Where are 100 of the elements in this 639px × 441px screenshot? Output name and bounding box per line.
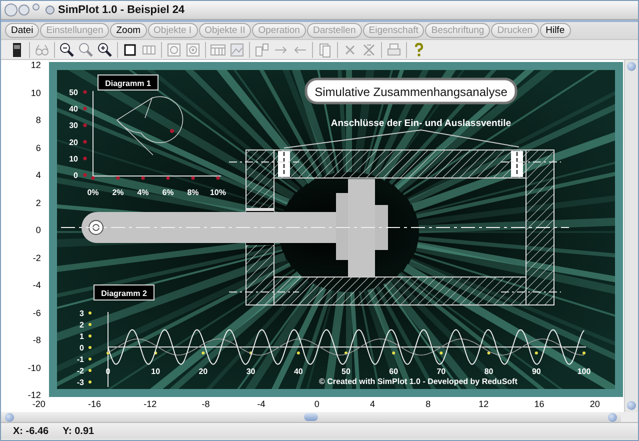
tick-label: 2 [79,320,84,330]
tick-label: -1 [76,355,84,364]
credit-text: © Created with SimPlot 1.0 - Developed by ReduSoft [318,377,518,386]
tick-dot [88,380,92,384]
tick-dot [83,90,87,94]
chart-title: Simulative Zusammenhangsanalyse [314,85,508,99]
tick-label: 40 [294,367,303,376]
zoom-out-icon[interactable] [59,42,75,58]
tick-dot [106,352,110,354]
cam-curve-drawing [116,96,184,156]
tick-dot [88,323,92,326]
menu-tab[interactable]: Zoom [110,23,147,38]
tick-label: 6% [162,188,174,197]
tick-label: 30 [69,121,78,130]
tick-label: 0 [73,171,78,180]
x-axis-label: 0 [313,399,320,411]
tick-dot [202,352,205,354]
tick-label: 3 [79,309,84,318]
tick-label: 20 [198,367,208,376]
tick-dot [166,176,170,180]
tick-label: 20 [69,138,78,147]
tick-label: 4% [137,188,149,197]
window-buttons-icon[interactable] [4,3,42,17]
tick-dot [191,176,195,180]
tick-label: 70 [436,367,446,376]
tick-label: -3 [76,378,84,387]
tick-label: 60 [389,367,398,376]
tick-label: 90 [532,367,541,376]
y-axis-label: -6 [32,308,41,318]
y-axis-label: -8 [32,335,41,346]
diagram-label-box [93,284,154,300]
x-axis-label: -4 [256,399,266,411]
tick-label: 10 [151,367,160,376]
tick-label: -2 [76,366,84,376]
tick-label: 10% [210,188,226,197]
app-icon [45,5,55,15]
x-axis-label: -16 [87,399,102,411]
tick-dot [154,352,158,354]
y-axis-label: 10 [30,88,41,98]
tick-dot [88,358,92,360]
y-axis-label: -2 [32,252,41,264]
tick-dot [487,352,490,354]
tick-dot [216,176,220,180]
vertical-scrollbar[interactable] [624,60,638,412]
diagram-title: Diagramm 1 [105,79,151,88]
x-axis-label: 12 [478,399,490,411]
cursor-y-readout: Y: 0.91 [62,426,94,436]
tick-label: 2% [112,188,124,197]
tick-label: 0 [79,344,84,352]
tick-dot [83,106,87,110]
tick-dot [392,352,396,354]
tick-dot [88,334,92,338]
tick-dot [83,156,87,160]
zoom-in-icon[interactable] [97,42,113,58]
y-axis-label: -12 [28,390,41,400]
tick-label: 50 [69,88,78,97]
y-axis-label: 6 [36,142,41,154]
tick-dot [83,173,87,177]
x-axis-label: -8 [200,399,211,411]
diagram-label-box [97,74,158,90]
tick-label: 50 [341,367,350,376]
tick-dot [88,312,92,314]
tick-dot [344,352,348,354]
tick-dot [83,140,87,144]
tick-dot [582,352,586,354]
y-axis-label: -4 [32,280,41,291]
tick-dot [91,176,95,180]
tick-label: 10 [69,154,78,164]
scroll-thumb[interactable] [304,413,318,421]
tick-label: 80 [484,367,494,376]
y-axis-label: 4 [36,170,41,181]
tick-label: 100 [577,367,591,376]
menu-tab[interactable]: Datei [5,23,40,38]
y-axis-label: 2 [36,198,41,208]
callout-label: Anschlüsse der Ein- und Auslassventile [330,118,512,129]
tick-dot [88,369,92,372]
tick-label: 0% [87,188,99,197]
tick-label: 8% [187,188,199,197]
tick-label: 40 [69,104,78,114]
window-title: SimPlot 1.0 - Beispiel 24 [58,4,185,16]
tick-dot [440,352,443,354]
square-icon[interactable] [122,42,138,58]
tick-label: 30 [246,367,256,376]
x-axis-label: 8 [424,399,432,411]
tick-dot [83,123,87,127]
diagram-title: Diagramm 2 [101,289,147,298]
x-axis-label: -20 [31,399,46,411]
x-axis-label: -12 [142,399,158,411]
y-axis-label: 0 [36,225,41,236]
menu-tab[interactable]: Hilfe [540,23,571,38]
tick-dot [296,352,300,354]
y-axis-label: 8 [36,115,41,126]
tick-dot [141,176,145,180]
x-axis-label: 20 [588,399,601,411]
tick-label: 1 [79,332,84,341]
horizontal-scrollbar[interactable] [1,412,621,422]
tick-dot [88,346,92,349]
x-axis-label: 4 [368,399,376,411]
y-axis-label: -10 [28,362,41,374]
tick-dot [116,176,120,180]
